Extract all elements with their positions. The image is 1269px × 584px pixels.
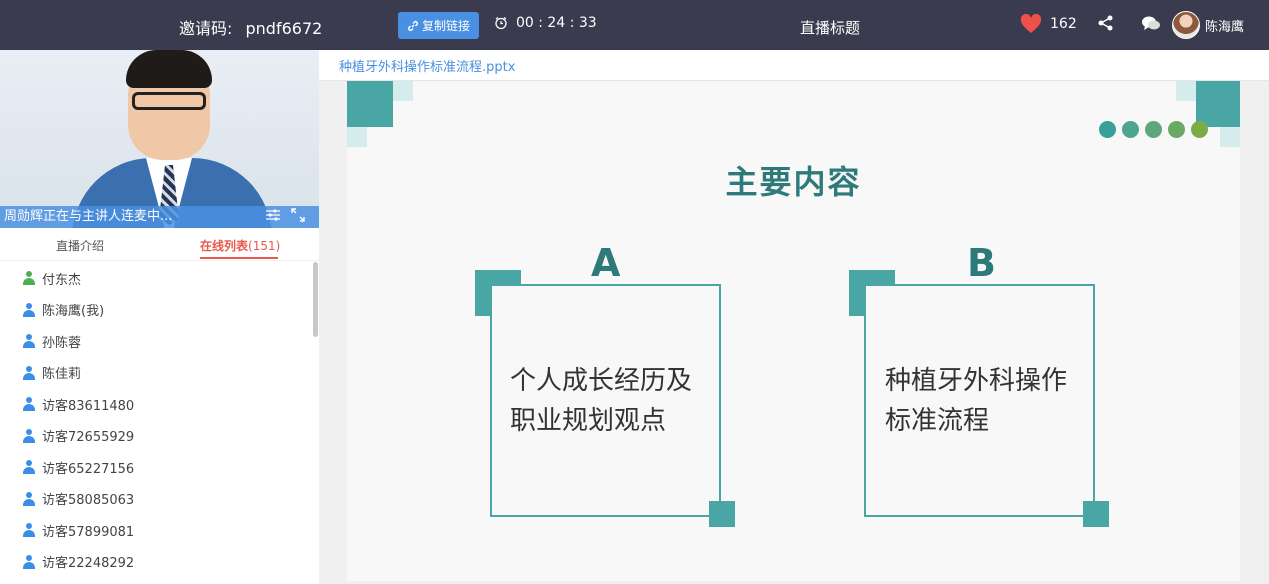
user-icon [22, 523, 36, 537]
video-hair [126, 50, 212, 88]
deco-dot-5 [1191, 121, 1208, 138]
invite-label: 邀请码: [179, 19, 233, 38]
corner-square-top-right [1196, 81, 1240, 127]
list-item[interactable]: 访客58085063 [22, 489, 134, 509]
presentation-filename[interactable]: 种植牙外科操作标准流程.pptx [319, 50, 1269, 81]
corner-square-top-left-accent2 [347, 127, 367, 147]
deco-dot-4 [1168, 121, 1185, 138]
timer-value: 00 : 24 : 33 [516, 15, 597, 31]
avatar[interactable] [1172, 11, 1200, 39]
deco-dot-1 [1099, 121, 1116, 138]
user-icon [22, 428, 36, 443]
copy-link-label: 复制链接 [421, 19, 470, 33]
heart-icon[interactable] [1020, 14, 1042, 34]
live-title: 直播标题 [800, 19, 861, 37]
corner-square-top-left-accent [393, 81, 413, 101]
user-name-label: 访客57899081 [42, 524, 135, 540]
user-name-label: 访客65227156 [42, 461, 135, 477]
side-tabs: 直播介绍 在线列表(151) [0, 228, 319, 261]
user-icon [22, 491, 36, 506]
user-icon [22, 334, 36, 348]
video-glasses [132, 92, 206, 110]
list-item[interactable]: 孙陈蓉 [22, 331, 81, 351]
list-item[interactable]: 访客22248292 [22, 552, 134, 572]
user-icon [22, 365, 36, 380]
user-name-label: 陈海鹰(我) [42, 304, 105, 319]
card-b-line2: 标准流程 [885, 406, 990, 436]
user-name-label: 付东杰 [42, 272, 82, 288]
active-tab-underline [200, 257, 278, 259]
user-icon [22, 554, 36, 569]
slide: 主要内容 A 个人成长经历及 职业规划观点 B 种植牙外科操作 标准流程 [347, 81, 1240, 581]
user-name-label: 访客72655929 [42, 430, 135, 445]
tab-live-intro[interactable]: 直播介绍 [56, 237, 104, 254]
like-count: 162 [1050, 16, 1077, 32]
tab-online-list[interactable]: 在线列表(151) [200, 237, 280, 254]
list-item[interactable]: 陈海鹰(我) [22, 300, 104, 320]
user-icon [22, 271, 36, 285]
user-profile[interactable]: 陈海鹰 [1172, 11, 1244, 39]
online-user-list: 付东杰陈海鹰(我) 孙陈蓉陈佳莉访客83611480 访客72655929 访客652… [0, 262, 319, 584]
share-icon[interactable] [1097, 14, 1115, 32]
user-name-label: 访客58085063 [42, 493, 135, 508]
user-icon [22, 302, 36, 317]
card-a-letter: A [591, 241, 621, 285]
card-b-letter: B [967, 241, 996, 285]
live-timer: 00 : 24 : 33 [494, 15, 597, 31]
user-name-label: 访客83611480 [42, 398, 135, 414]
user-icon [22, 460, 36, 474]
invite-code-display: 邀请码: pndf6672 [179, 15, 322, 39]
card-b-text: 种植牙外科操作 标准流程 [885, 361, 1067, 441]
deco-dot-2 [1122, 121, 1139, 138]
left-panel: 周勋辉正在与主讲人连麦中... 直播介绍 在线列表(151) 付东杰陈海鹰(我)… [0, 50, 319, 584]
user-name-label: 陈佳莉 [42, 367, 82, 382]
video-caption: 周勋辉正在与主讲人连麦中... [4, 209, 173, 224]
card-a-text: 个人成长经历及 职业规划观点 [510, 361, 692, 441]
chat-icon[interactable] [1141, 15, 1161, 33]
card-a-line1: 个人成长经历及 [510, 366, 693, 396]
list-item[interactable]: 付东杰 [22, 268, 81, 288]
list-item[interactable]: 访客83611480 [22, 394, 134, 414]
corner-square-top-left [347, 81, 393, 127]
corner-square-top-right-accent [1176, 81, 1196, 101]
card-b-corner-bottom [1083, 501, 1109, 527]
fullscreen-icon[interactable] [291, 208, 305, 222]
list-item[interactable]: 陈佳莉 [22, 363, 81, 383]
online-count: (151) [248, 239, 281, 253]
deco-dot-3 [1145, 121, 1162, 138]
user-name-label: 孙陈蓉 [42, 335, 82, 351]
user-name: 陈海鹰 [1205, 19, 1245, 35]
alarm-clock-icon [495, 17, 507, 30]
list-scrollbar[interactable] [313, 262, 318, 337]
list-item[interactable]: 访客72655929 [22, 426, 134, 446]
card-b-line1: 种植牙外科操作 [885, 366, 1068, 396]
top-bar: 邀请码: pndf6672 复制链接 00 : 24 : 33 直播标题 162… [0, 0, 1269, 50]
settings-sliders-icon[interactable] [265, 208, 281, 222]
invite-code: pndf6672 [245, 19, 323, 38]
user-name-label: 访客22248292 [42, 556, 135, 571]
link-icon [407, 20, 418, 31]
user-icon [22, 397, 36, 411]
list-item[interactable]: 访客57899081 [22, 520, 134, 540]
tab-online-list-label: 在线列表 [200, 239, 249, 253]
presentation-area: 种植牙外科操作标准流程.pptx 主要内容 A 个人成长经历及 职业规划观点 B… [319, 50, 1269, 584]
card-a-corner-bottom [709, 501, 735, 527]
list-item[interactable]: 访客65227156 [22, 457, 134, 477]
presenter-video: 周勋辉正在与主讲人连麦中... [0, 50, 319, 228]
card-a-line2: 职业规划观点 [510, 406, 667, 436]
like-counter[interactable]: 162 [1020, 14, 1077, 34]
slide-title: 主要内容 [725, 163, 862, 201]
corner-square-top-right-accent2 [1220, 127, 1240, 147]
copy-link-button[interactable]: 复制链接 [398, 12, 479, 39]
